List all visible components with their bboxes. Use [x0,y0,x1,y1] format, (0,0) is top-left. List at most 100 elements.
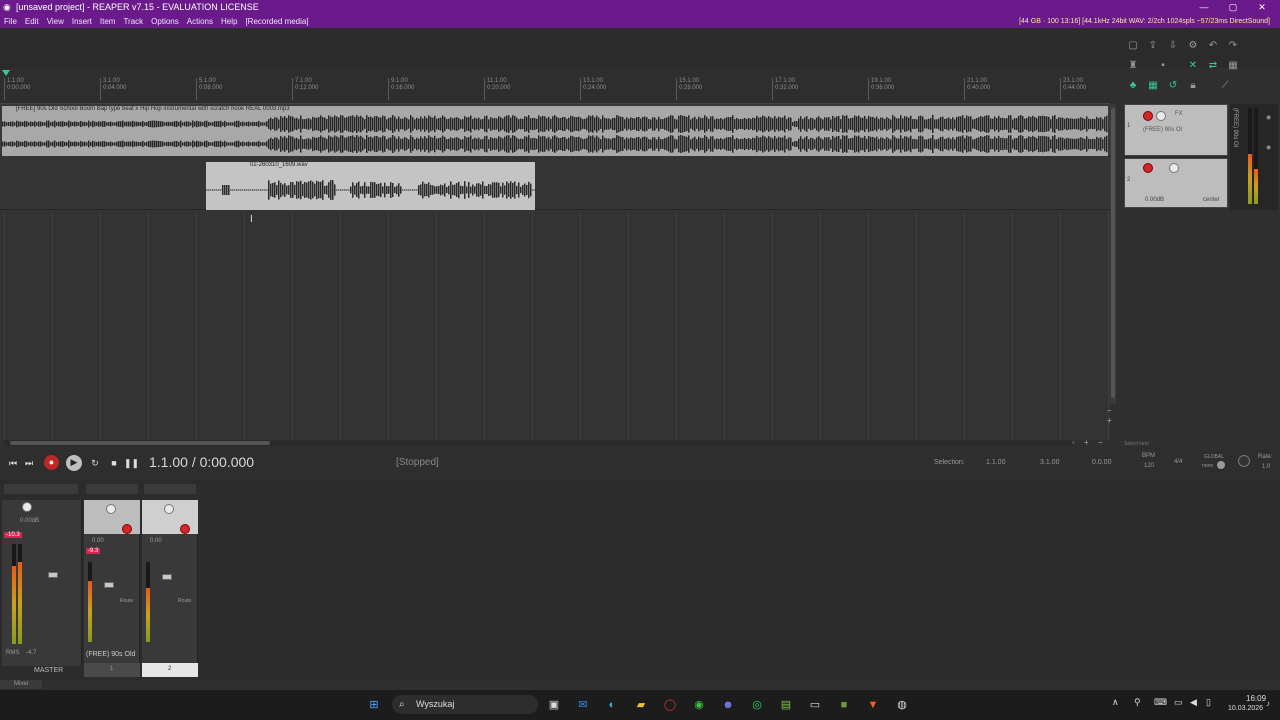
menu-help[interactable]: Help [217,15,241,28]
chrome-icon[interactable]: ◉ [691,697,707,713]
project-settings-icon[interactable]: ⚙ [1186,40,1200,52]
volume-knob[interactable] [1156,111,1166,121]
outlook-icon[interactable]: ✉ [575,697,591,713]
redo-icon[interactable]: ↷ [1226,40,1240,52]
vertical-scroll-thumb[interactable] [1111,108,1115,398]
go-to-start-icon[interactable]: ⏮ [6,456,20,470]
arrange-view[interactable]: [FREE] 90s Old School Boom Bap type beat… [0,104,1110,440]
rate-knob[interactable] [1238,455,1250,467]
go-to-end-icon[interactable]: ⏭ [22,456,36,470]
position-display[interactable]: 1.1.00 / 0:00.000 [149,454,254,470]
notifications-icon[interactable]: ♪ [1266,699,1270,708]
timeline-ruler[interactable] [0,68,1110,104]
menu-edit[interactable]: Edit [21,15,43,28]
new-project-icon[interactable]: ▢ [1126,40,1140,52]
strip1-pan-knob[interactable] [106,504,116,514]
snap-grid-icon[interactable]: ▦ [1146,80,1160,92]
playhead-marker[interactable] [2,70,10,76]
opera-icon[interactable]: ◯ [662,697,678,713]
menu-item[interactable]: Item [96,15,120,28]
item-grouping-icon[interactable]: ♣ [1126,80,1140,92]
track-name[interactable]: (FREE) 90s Ol [1143,127,1182,133]
close-button[interactable]: ✕ [1248,0,1276,15]
minimize-button[interactable]: — [1190,0,1218,15]
master-volume-knob[interactable] [22,502,32,512]
fx-button[interactable]: FX [1175,111,1183,117]
tcp-track-1[interactable]: 1 FX (FREE) 90s Ol [1124,104,1228,156]
zoom-out-icon[interactable]: − [1107,406,1112,415]
strip2-fader[interactable] [162,574,172,580]
minecraft-launcher-icon[interactable]: ▤ [778,697,794,713]
file-explorer-icon[interactable]: ▰ [633,697,649,713]
rate-value[interactable]: 1.0 [1262,464,1270,470]
selection-length[interactable]: 0.0.00 [1092,459,1111,466]
horizontal-scroll-thumb[interactable] [10,441,270,445]
record-button[interactable]: ● [44,455,59,470]
strip2-pan-knob[interactable] [164,504,174,514]
bpm-value[interactable]: 120 [1144,463,1154,469]
spotify-icon[interactable]: ◎ [749,697,765,713]
time-signature[interactable]: 4/4 [1174,459,1182,465]
strip1-name[interactable]: (FREE) 90s Old [86,651,135,658]
lock-icon[interactable]: 🔒︎ [1186,80,1200,92]
tcp-track-2[interactable]: 2 0.00dB center [1124,158,1228,208]
media-item-recording[interactable]: 02-260310_1609.wav [206,162,535,210]
ripple-edit-icon[interactable]: ✕ [1186,60,1200,72]
envelope-icon[interactable]: ⟋ [1218,80,1232,92]
microphone-icon[interactable]: ⚲ [1134,697,1141,708]
repeat-toggle-icon[interactable]: ↻ [88,456,102,470]
toggle-grid-icon[interactable]: ▪ [1156,60,1170,72]
stop-button[interactable]: ■ [107,456,121,470]
minecraft-icon[interactable]: ■ [836,697,852,713]
strip1-peak[interactable]: -9.3 [86,548,101,554]
record-arm-button-2[interactable] [1143,163,1153,173]
vertical-scrollbar[interactable] [1110,104,1116,404]
global-toggle-icon[interactable] [1217,461,1225,469]
strip2-route[interactable]: Route [178,598,191,604]
zoom-in-icon[interactable]: + [1107,416,1112,425]
global-value[interactable]: none [1202,463,1213,469]
menu-track[interactable]: Track [119,15,147,28]
task-view-icon[interactable]: ▣ [546,697,562,713]
menu-view[interactable]: View [43,15,68,28]
clock-time[interactable]: 16:09 [1246,694,1266,703]
menu-recorded-media[interactable]: [Recorded media] [241,15,312,28]
horizontal-scrollbar[interactable] [4,440,1072,446]
taskbar-search[interactable]: ⌕ Wyszukaj [392,695,538,714]
selection-start[interactable]: 1.1.00 [986,459,1005,466]
edge-icon[interactable]: ◐ [604,697,620,713]
open-project-icon[interactable]: ⇪ [1146,40,1160,52]
play-button[interactable]: ▶ [66,455,82,471]
record-arm-button[interactable] [1143,111,1153,121]
pause-button[interactable]: ❚❚ [124,456,139,470]
volume-knob-2[interactable] [1169,163,1179,173]
auto-crossfade-icon[interactable]: ⇄ [1206,60,1220,72]
h-zoom-icon[interactable]: ◦ [1072,438,1075,447]
save-project-icon[interactable]: ⇩ [1166,40,1180,52]
track-lane-2[interactable] [0,156,1110,210]
clock-date[interactable]: 10.03.2026 [1228,705,1263,712]
metronome-icon[interactable]: ♜ [1126,60,1140,72]
strip1-fader[interactable] [104,582,114,588]
mixer-tab[interactable]: Mixer [0,680,42,689]
maximize-button[interactable]: ▢ [1219,0,1247,15]
master-fx-icon[interactable]: ◉ [1266,144,1271,151]
snap-settings-icon[interactable]: ▦ [1226,60,1240,72]
undo-icon[interactable]: ↶ [1206,40,1220,52]
discord-icon[interactable]: ☻ [720,697,736,713]
menu-actions[interactable]: Actions [183,15,217,28]
master-peak[interactable]: -10.3 [4,532,22,538]
keyboard-icon[interactable]: ⌨ [1154,697,1167,708]
menu-insert[interactable]: Insert [68,15,96,28]
battery-icon[interactable]: ▯ [1206,697,1211,708]
repeat-icon[interactable]: ↺ [1166,80,1180,92]
master-mute-icon[interactable]: ◉ [1266,114,1271,121]
h-zoom-in-icon[interactable]: + [1084,438,1089,447]
strip1-route[interactable]: Route [120,598,133,604]
h-zoom-out-icon[interactable]: − [1098,438,1103,447]
reaper-icon[interactable]: ◍ [894,697,910,713]
brave-icon[interactable]: ▼ [865,697,881,713]
menu-file[interactable]: File [0,15,21,28]
terminal-icon[interactable]: ▭ [807,697,823,713]
start-icon[interactable]: ⊞ [366,697,382,713]
